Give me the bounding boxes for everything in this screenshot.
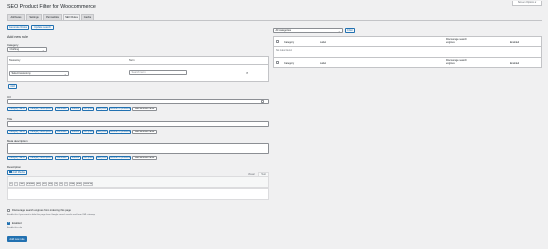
quicktag-button[interactable]: b-quote [26, 182, 35, 186]
tabs-divider [7, 20, 542, 21]
variable-button[interactable]: Category description [28, 130, 54, 134]
variable-button[interactable]: Category name [7, 130, 27, 134]
add-media-button[interactable]: Add Media [7, 170, 27, 175]
taxonomy-header-divider [7, 63, 269, 64]
variable-button[interactable]: Attributes [54, 156, 69, 160]
variable-button[interactable]: Max price [95, 130, 108, 134]
description-label: Description [7, 165, 21, 169]
column-discourage: Discourage search engines [446, 38, 467, 44]
column-category[interactable]: Category [284, 41, 294, 44]
variable-button[interactable]: Max price [95, 107, 108, 111]
enabled-check-icon: ✓ [7, 221, 10, 225]
variable-button[interactable]: Add attribute name [132, 107, 158, 111]
quicktag-button[interactable]: img [48, 182, 53, 186]
footer-column-enabled: Enabled [510, 61, 520, 65]
title-variable-buttons: Category name Category description Attribu… [7, 130, 269, 135]
variable-button[interactable]: Category description [28, 107, 54, 111]
variable-button[interactable]: Add attribute name [132, 130, 158, 134]
column-label: Label [320, 40, 327, 44]
screen-options-button[interactable]: Screen Options ▾ [512, 1, 542, 6]
variable-button[interactable]: Add attribute name [132, 156, 158, 160]
quicktag-button[interactable]: i [14, 182, 18, 186]
noindex-label: Discourage search engines from indexing … [12, 209, 71, 212]
quicktag-button[interactable]: b [9, 182, 13, 186]
rules-table [273, 36, 542, 68]
footer-column-discourage: Discourage search engines [446, 59, 467, 65]
variable-button[interactable]: Brands [69, 156, 81, 160]
term-header: Term [129, 59, 135, 62]
table-footer-divider [273, 57, 542, 58]
select-all-checkbox-bottom[interactable] [276, 61, 279, 64]
category-filter-select[interactable]: All categories [273, 28, 343, 33]
url-field-icon [261, 100, 264, 103]
no-rules-text: No rules found. [276, 48, 293, 52]
add-media-label: Add Media [12, 171, 25, 174]
quicktag-button[interactable]: li [64, 182, 68, 186]
footer-column-category[interactable]: Category [284, 62, 294, 65]
enabled-label: Enabled [12, 222, 22, 225]
category-select[interactable]: Clothing [7, 47, 47, 52]
table-header-divider [273, 45, 542, 46]
variable-button[interactable]: Attributes [54, 130, 69, 134]
meta-description-textarea[interactable] [7, 143, 269, 154]
term-search-input[interactable]: Search term [129, 70, 187, 75]
noindex-checkbox[interactable] [7, 209, 10, 212]
variable-button[interactable]: Min price [82, 130, 95, 134]
select-all-checkbox-top[interactable] [276, 40, 279, 43]
taxonomy-header: Taxonomy [9, 59, 21, 62]
variable-button[interactable]: Number of products [108, 107, 131, 111]
quicktag-button[interactable]: close tags [83, 182, 93, 186]
footer-column-label: Label [320, 61, 327, 65]
quicktag-button[interactable]: ins [42, 182, 47, 186]
url-input[interactable] [7, 99, 269, 104]
form-heading: Add new rule [7, 35, 28, 39]
quicktag-button[interactable]: link [19, 182, 25, 186]
update-search-button[interactable]: Update search [31, 25, 54, 30]
variable-button[interactable]: Category name [7, 156, 27, 160]
taxonomy-select[interactable]: Select taxonomy [9, 71, 69, 76]
variable-button[interactable]: Category name [7, 107, 27, 111]
column-enabled: Enabled [510, 40, 520, 44]
quicktag-button[interactable]: more [76, 182, 82, 186]
quicktag-button[interactable]: ol [59, 182, 63, 186]
variable-button[interactable]: Brands [69, 130, 81, 134]
enabled-help: Enable this rule [7, 227, 23, 229]
quicktag-button[interactable]: ul [54, 182, 58, 186]
title-input[interactable] [7, 121, 269, 127]
variable-button[interactable]: Min price [82, 156, 95, 160]
variable-button[interactable]: Max price [95, 156, 108, 160]
description-textarea[interactable] [7, 188, 269, 200]
add-new-rule-button[interactable]: Add new rule [7, 236, 27, 242]
variable-button[interactable]: Category description [28, 156, 54, 160]
url-variable-buttons: Category name Category description Attribu… [7, 107, 269, 112]
noindex-help: Enable this if you want to hide this pag… [7, 214, 95, 216]
quicktag-button[interactable]: del [36, 182, 41, 186]
meta-variable-buttons: Category name Category description Attribu… [7, 156, 269, 161]
variable-button[interactable]: Min price [82, 107, 95, 111]
taxonomy-table [7, 56, 269, 82]
variable-button[interactable]: Number of products [108, 130, 131, 134]
filter-button[interactable]: Filter [345, 28, 355, 33]
quicktag-button[interactable]: code [69, 182, 75, 186]
variable-button[interactable]: Number of products [108, 156, 131, 160]
variable-button[interactable]: Attributes [54, 107, 69, 111]
remove-row-icon[interactable]: × [246, 70, 248, 75]
generate-rules-button[interactable]: Generate Rules [7, 25, 29, 30]
variable-button[interactable]: Brands [69, 107, 81, 111]
add-row-button[interactable]: Add [8, 83, 17, 89]
page-title: SEO Product Filter for Woocommerce [7, 4, 96, 10]
